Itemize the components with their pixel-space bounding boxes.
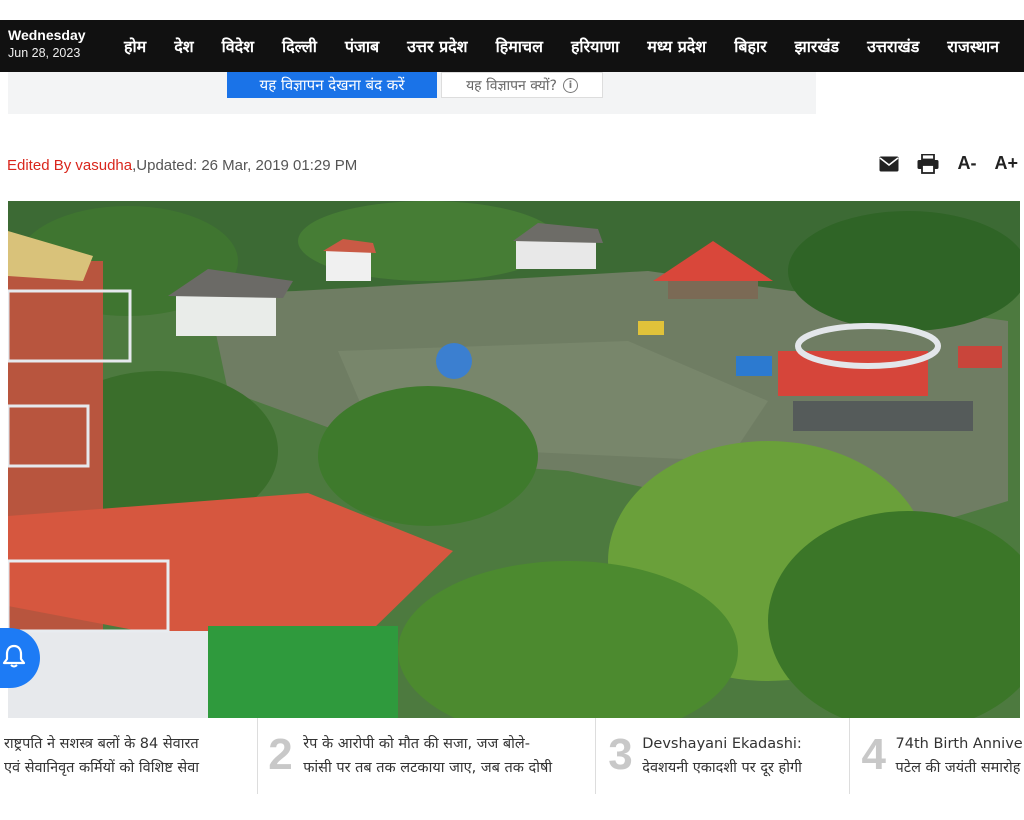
trending-news-list: राष्ट्रपति ने सशस्त्र बलों के 84 सेवारत …	[0, 718, 1024, 794]
trending-line-2: एवं सेवानिवृत कर्मियों को विशिष्ट सेवा	[4, 760, 200, 776]
updated-time: ,Updated: 26 Mar, 2019 01:29 PM	[132, 157, 358, 174]
nav-item-delhi[interactable]: दिल्ली	[282, 35, 317, 57]
why-ad-label: यह विज्ञापन क्यों?	[466, 77, 557, 94]
nav-item-home[interactable]: होम	[124, 35, 146, 57]
current-date: Jun 28, 2023	[8, 46, 81, 60]
trending-text: Devshayani Ekadashi: देवशयनी एकादशी पर द…	[642, 732, 802, 780]
nav-item-madhya-pradesh[interactable]: मध्य प्रदेश	[647, 35, 706, 57]
trending-item-3[interactable]: 3 Devshayani Ekadashi: देवशयनी एकादशी पर…	[596, 718, 850, 794]
trending-line-1: Devshayani Ekadashi:	[642, 736, 802, 752]
author-name[interactable]: vasudha	[75, 157, 132, 174]
font-decrease-button[interactable]: A-	[957, 153, 976, 174]
nav-item-jharkhand[interactable]: झारखंड	[795, 35, 839, 57]
stop-ad-button[interactable]: यह विज्ञापन देखना बंद करें	[227, 72, 437, 98]
info-icon: i	[562, 77, 578, 93]
main-nav: होम देश विदेश दिल्ली पंजाब उत्तर प्रदेश …	[124, 20, 1024, 72]
trending-number: 4	[861, 730, 887, 779]
author-prefix: Edited By	[7, 157, 72, 174]
trending-number: 3	[608, 730, 633, 779]
trending-item-2[interactable]: 2 रेप के आरोपी को मौत की सजा, जज बोले- फ…	[258, 718, 597, 794]
article-tools: A- A+	[879, 153, 1018, 174]
font-increase-button[interactable]: A+	[994, 153, 1018, 174]
article-hero-image	[8, 201, 1020, 718]
nav-item-videsh[interactable]: विदेश	[222, 35, 254, 57]
bell-icon	[1, 643, 27, 674]
trending-line-2: पटेल की जयंती समारोह	[895, 760, 1021, 776]
trending-line-1: राष्ट्रपति ने सशस्त्र बलों के 84 सेवारत	[4, 736, 199, 752]
why-ad-button[interactable]: यह विज्ञापन क्यों? i	[441, 72, 603, 98]
trending-item-4[interactable]: 4 74th Birth Anniversary पटेल की जयंती स…	[850, 718, 1024, 794]
article-byline: Edited By vasudha,Updated: 26 Mar, 2019 …	[7, 157, 357, 174]
date-block: Wednesday Jun 28, 2023	[8, 26, 108, 62]
trending-item-1[interactable]: राष्ट्रपति ने सशस्त्र बलों के 84 सेवारत …	[0, 718, 259, 794]
current-day: Wednesday	[8, 27, 86, 43]
trending-number: 2	[268, 730, 293, 779]
trending-line-1: 74th Birth Anniversary	[895, 736, 1024, 752]
trending-line-2: फांसी पर तब तक लटकाया जाए, जब तक दोषी	[303, 760, 553, 776]
nav-item-punjab[interactable]: पंजाब	[345, 35, 379, 57]
trending-text: 74th Birth Anniversary पटेल की जयंती समा…	[896, 732, 1024, 780]
ad-feedback-strip: यह विज्ञापन देखना बंद करें यह विज्ञापन क…	[8, 72, 816, 114]
trending-text: रेप के आरोपी को मौत की सजा, जज बोले- फां…	[303, 732, 552, 780]
top-nav-bar: Wednesday Jun 28, 2023 होम देश विदेश दिल…	[0, 20, 1024, 72]
trending-text: राष्ट्रपति ने सशस्त्र बलों के 84 सेवारत …	[4, 732, 199, 780]
trending-line-2: देवशयनी एकादशी पर दूर होगी	[642, 760, 802, 776]
nav-item-desh[interactable]: देश	[174, 35, 193, 57]
nav-item-uttarakhand[interactable]: उत्तराखंड	[867, 35, 919, 57]
print-icon[interactable]	[917, 153, 939, 174]
mail-icon[interactable]	[879, 156, 899, 172]
nav-item-himachal[interactable]: हिमाचल	[496, 35, 543, 57]
nav-item-rajasthan[interactable]: राजस्थान	[947, 35, 999, 57]
nav-item-haryana[interactable]: हरियाणा	[571, 35, 619, 57]
trending-line-1: रेप के आरोपी को मौत की सजा, जज बोले-	[303, 736, 530, 752]
nav-item-uttar-pradesh[interactable]: उत्तर प्रदेश	[407, 35, 467, 57]
nav-item-bihar[interactable]: बिहार	[734, 35, 766, 57]
